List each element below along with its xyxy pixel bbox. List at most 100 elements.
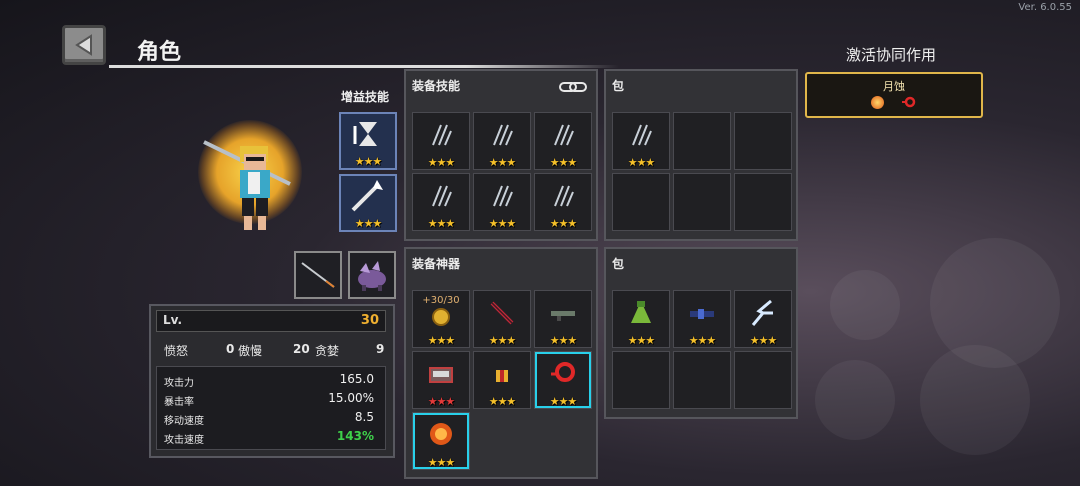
panel-title: 包 xyxy=(612,79,625,93)
buff-skill-slot[interactable]: ★★★ xyxy=(339,174,397,232)
bag-slot-empty[interactable] xyxy=(673,112,731,170)
back-button[interactable] xyxy=(62,25,106,65)
gift-box-icon xyxy=(496,370,508,382)
arrow-left-icon xyxy=(75,34,92,56)
claw-slash-icon xyxy=(632,124,652,146)
claw-slash-icon xyxy=(554,124,574,146)
trait-value: 9 xyxy=(376,342,385,356)
star-rating: ★★★ xyxy=(488,334,517,347)
buff-skill-slot[interactable]: ★★★ xyxy=(339,112,397,170)
artifact-slot[interactable]: ★★★ xyxy=(412,351,470,409)
stat-row: 移动速度 8.5 xyxy=(164,410,380,427)
star-rating: ★★★ xyxy=(549,395,578,408)
artifact-slot[interactable]: ★★★ xyxy=(534,351,592,409)
fire-orb-icon xyxy=(871,96,884,109)
background-circle xyxy=(830,270,900,340)
star-rating: ★★★ xyxy=(427,456,456,469)
equipped-skills-panel: 装备技能 ★★★ ★★★ ★★★ ★★★ ★★★ ★★★ xyxy=(404,69,598,241)
stat-label: 攻击力 xyxy=(164,378,194,389)
trait-label: 贪婪 xyxy=(315,344,340,358)
stat-label: 攻击速度 xyxy=(164,435,204,446)
stat-label: 暴击率 xyxy=(164,397,194,408)
claw-slash-icon xyxy=(493,185,513,207)
skill-slot[interactable]: ★★★ xyxy=(473,173,531,231)
boar-pet-icon xyxy=(358,261,386,291)
character-stats-panel: Lv. 30 愤怒 0 傲慢 20 贪婪 9 攻击力 165.0 暴击率 15.00… xyxy=(149,304,395,458)
star-rating: ★★★ xyxy=(427,156,456,169)
star-rating: ★★★ xyxy=(488,395,517,408)
hero-sprite xyxy=(203,140,291,230)
bag-slot-empty[interactable] xyxy=(673,351,731,409)
level-bar: Lv. 30 xyxy=(156,310,386,332)
bag-slot-empty[interactable] xyxy=(673,173,731,231)
stat-value: 15.00% xyxy=(328,391,374,405)
synergy-card[interactable]: 月蚀 xyxy=(805,72,983,118)
sword-up-icon xyxy=(351,180,383,212)
artifact-slot[interactable]: +30/30 ★★★ xyxy=(412,290,470,348)
bag-slot-empty[interactable] xyxy=(612,173,670,231)
artifact-slot[interactable]: ★★★ xyxy=(473,351,531,409)
bag-slot[interactable]: ★★★ xyxy=(734,290,792,348)
bag-slot-empty[interactable] xyxy=(734,112,792,170)
star-rating: ★★★ xyxy=(688,334,717,347)
stat-row: 攻击速度 143% xyxy=(164,429,380,446)
stat-row: 暴击率 15.00% xyxy=(164,391,380,408)
panel-title: 装备技能 xyxy=(412,79,461,93)
stat-value: 143% xyxy=(336,429,374,443)
version-label: Ver. 6.0.55 xyxy=(1018,2,1072,13)
skill-slot[interactable]: ★★★ xyxy=(534,173,592,231)
red-ring-icon xyxy=(551,362,575,382)
trait-label: 愤怒 xyxy=(164,344,189,358)
panel-title: 包 xyxy=(612,257,625,271)
bag-slot[interactable]: ★★★ xyxy=(612,290,670,348)
bag-slot[interactable]: ★★★ xyxy=(673,290,731,348)
treasure-chest-icon xyxy=(429,367,453,383)
bag-slot[interactable]: ★★★ xyxy=(612,112,670,170)
lightning-staff-icon xyxy=(751,299,773,326)
star-rating: ★★★ xyxy=(549,156,578,169)
blue-gun-icon xyxy=(690,309,714,319)
red-ring-icon xyxy=(902,96,916,108)
pet-slot[interactable] xyxy=(348,251,396,299)
stat-value: 165.0 xyxy=(339,372,374,386)
star-rating: ★★★ xyxy=(427,334,456,347)
artifact-slot[interactable]: ★★★ xyxy=(534,290,592,348)
stat-label: 移动速度 xyxy=(164,416,204,427)
skill-slot[interactable]: ★★★ xyxy=(534,112,592,170)
bag-slot-empty[interactable] xyxy=(734,351,792,409)
trait-label: 傲慢 xyxy=(238,344,263,358)
background-circle xyxy=(815,360,895,440)
stat-row: 攻击力 165.0 xyxy=(164,372,380,389)
trait-value: 20 xyxy=(293,342,310,356)
star-rating: ★★★ xyxy=(549,217,578,230)
skill-slot[interactable]: ★★★ xyxy=(412,173,470,231)
panel-title: 装备神器 xyxy=(412,257,461,271)
title-divider xyxy=(109,65,619,68)
bag-slot-empty[interactable] xyxy=(612,351,670,409)
hourglass-icon xyxy=(353,122,377,146)
star-rating: ★★★ xyxy=(488,217,517,230)
artifact-slot[interactable]: ★★★ xyxy=(473,290,531,348)
artifact-slot[interactable]: ★★★ xyxy=(412,412,470,470)
star-rating: ★★★ xyxy=(354,155,383,168)
green-cloak-icon xyxy=(631,301,651,323)
background-circle xyxy=(920,345,1030,455)
link-icon[interactable] xyxy=(558,79,588,95)
claw-slash-icon xyxy=(432,124,452,146)
level-value: 30 xyxy=(360,313,379,328)
star-rating: ★★★ xyxy=(627,334,656,347)
skill-slot[interactable]: ★★★ xyxy=(473,112,531,170)
skill-slot[interactable]: ★★★ xyxy=(412,112,470,170)
star-rating: ★★★ xyxy=(549,334,578,347)
stat-value: 8.5 xyxy=(354,410,374,424)
buff-skills-title: 增益技能 xyxy=(341,90,390,104)
page-title: 角色 xyxy=(137,40,182,65)
synergy-title: 激活协同作用 xyxy=(846,46,937,64)
weapon-slot[interactable] xyxy=(294,251,342,299)
bag-slot-empty[interactable] xyxy=(734,173,792,231)
spear-icon xyxy=(301,262,335,288)
level-label: Lv. xyxy=(163,313,183,327)
star-rating: ★★★ xyxy=(427,395,456,408)
equipped-artifacts-panel: 装备神器 +30/30 ★★★ ★★★ ★★★ ★★★ ★★★ ★★★ ★★★ xyxy=(404,247,598,479)
synergy-name: 月蚀 xyxy=(883,80,905,93)
